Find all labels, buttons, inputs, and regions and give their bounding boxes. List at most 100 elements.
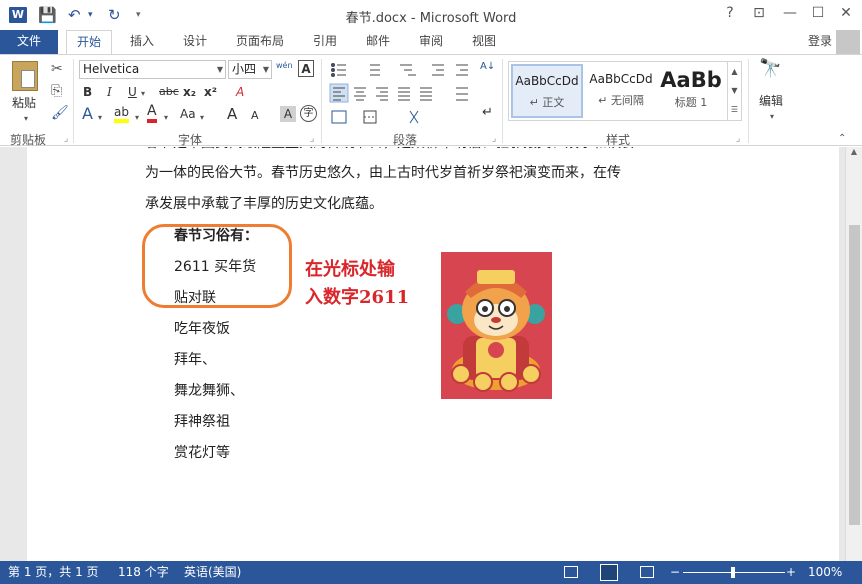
styles-down-icon[interactable]: ▼ — [728, 81, 741, 100]
scroll-thumb[interactable] — [849, 225, 860, 525]
body-text-line[interactable]: 为一体的民俗大节。春节历史悠久，由上古时代岁首祈岁祭祀演变而来，在传 — [145, 163, 621, 183]
clipboard-launcher-icon[interactable]: ⌟ — [64, 131, 68, 147]
distributed-align-icon[interactable] — [420, 87, 432, 101]
web-layout-icon[interactable] — [640, 566, 654, 578]
sort-icon[interactable]: A↓ — [480, 59, 495, 75]
styles-more-icon[interactable]: ☰ — [728, 100, 741, 119]
style-normal[interactable]: AaBbCcDd ↵ 正文 — [511, 64, 583, 118]
tiger-illustration[interactable] — [441, 252, 552, 399]
increase-indent-icon[interactable] — [456, 64, 468, 76]
change-case-icon[interactable]: Aa — [180, 106, 196, 122]
zoom-level[interactable]: 100% — [808, 561, 842, 584]
editing-dropdown-icon[interactable]: ▾ — [770, 109, 774, 125]
highlight-oval — [142, 224, 292, 308]
justify-icon[interactable] — [398, 87, 410, 101]
paste-dropdown-icon[interactable]: ▾ — [24, 111, 28, 127]
italic-button[interactable]: I — [107, 84, 112, 100]
body-text-line[interactable]: 承发展中承载了丰厚的历史文化底蕴。 — [145, 194, 383, 214]
font-size-dropdown-icon[interactable]: ▼ — [263, 61, 269, 78]
style-heading-1[interactable]: AaBb 标题 1 — [659, 64, 723, 118]
custom-item[interactable]: 拜神祭祖 — [174, 412, 230, 432]
show-hide-marks-icon[interactable]: ↵ — [482, 105, 493, 121]
word-count[interactable]: 118 个字 — [118, 561, 169, 584]
phonetic-guide-icon[interactable]: wén — [276, 58, 293, 74]
tab-home[interactable]: 开始 — [66, 30, 112, 55]
tab-insert[interactable]: 插入 — [122, 30, 162, 54]
font-name-dropdown-icon[interactable]: ▼ — [217, 61, 223, 78]
numbering-icon[interactable] — [370, 64, 380, 76]
binoculars-icon[interactable]: 🔭 — [759, 60, 781, 78]
collapse-ribbon-icon[interactable]: ⌃ — [838, 131, 846, 147]
tab-review[interactable]: 审阅 — [411, 30, 451, 54]
page-count[interactable]: 第 1 页，共 1 页 — [8, 561, 99, 584]
style-no-spacing[interactable]: AaBbCcDd ↵ 无间隔 — [585, 64, 657, 118]
styles-up-icon[interactable]: ▲ — [728, 62, 741, 81]
custom-item[interactable]: 拜年、 — [174, 350, 216, 370]
cut-icon[interactable]: ✂ — [51, 61, 63, 77]
strikethrough-button[interactable]: abc — [159, 84, 179, 100]
text-effects-dropdown-icon[interactable]: ▾ — [98, 110, 102, 126]
shading-icon[interactable] — [331, 110, 347, 124]
print-layout-icon[interactable] — [600, 564, 618, 581]
vertical-scrollbar[interactable]: ▲ — [845, 147, 862, 561]
align-center-icon[interactable] — [354, 87, 366, 101]
bold-button[interactable]: B — [83, 84, 92, 100]
chinese-layout-icon[interactable] — [409, 110, 419, 124]
tab-references[interactable]: 引用 — [305, 30, 345, 54]
font-color-dropdown-icon[interactable]: ▾ — [164, 110, 168, 126]
format-painter-icon[interactable]: 🖌 — [51, 105, 69, 121]
help-button[interactable]: ? — [720, 5, 740, 21]
align-right-icon[interactable] — [376, 87, 388, 101]
font-name-combo[interactable]: Helvetica ▼ — [79, 60, 226, 79]
paste-button[interactable]: 粘贴 — [12, 95, 36, 111]
shrink-font-icon[interactable]: A — [251, 108, 259, 124]
tab-file[interactable]: 文件 — [0, 30, 58, 54]
tab-view[interactable]: 视图 — [464, 30, 504, 54]
ribbon-display-options-icon[interactable]: ⊡ — [749, 5, 769, 21]
text-effects-icon[interactable]: A — [82, 106, 93, 122]
underline-dropdown-icon[interactable]: ▾ — [141, 86, 145, 102]
tab-design[interactable]: 设计 — [175, 30, 215, 54]
tab-page-layout[interactable]: 页面布局 — [228, 30, 292, 54]
login-link[interactable]: 登录 — [808, 32, 832, 49]
zoom-in-button[interactable]: + — [786, 561, 796, 584]
highlight-color-icon[interactable]: ab — [114, 105, 129, 123]
scroll-up-icon[interactable]: ▲ — [846, 147, 862, 156]
minimize-button[interactable]: — — [780, 5, 800, 21]
font-color-icon[interactable]: A — [147, 104, 157, 123]
custom-item[interactable]: 舞龙舞狮、 — [174, 381, 244, 401]
character-border-icon[interactable]: A — [298, 60, 314, 77]
multilevel-list-icon[interactable] — [400, 64, 416, 76]
subscript-button[interactable]: x₂ — [183, 84, 196, 100]
maximize-button[interactable]: ☐ — [808, 5, 828, 21]
language-status[interactable]: 英语(美国) — [184, 561, 241, 584]
paste-icon[interactable] — [12, 61, 38, 91]
paragraph-launcher-icon[interactable]: ⌟ — [492, 131, 496, 147]
styles-scroll[interactable]: ▲ ▼ ☰ — [727, 62, 741, 120]
highlight-dropdown-icon[interactable]: ▾ — [135, 110, 139, 126]
font-launcher-icon[interactable]: ⌟ — [310, 131, 314, 147]
superscript-button[interactable]: x² — [204, 84, 217, 100]
custom-item[interactable]: 赏花灯等 — [174, 443, 230, 463]
zoom-slider-thumb[interactable] — [731, 567, 735, 578]
grow-font-icon[interactable]: A — [227, 106, 237, 122]
underline-button[interactable]: U — [128, 84, 137, 100]
character-shading-icon[interactable]: A — [280, 106, 296, 122]
font-size-combo[interactable]: 小四 ▼ — [228, 60, 272, 79]
close-button[interactable]: ✕ — [836, 5, 856, 21]
editing-button[interactable]: 编辑 — [759, 93, 783, 109]
avatar[interactable] — [836, 30, 860, 54]
line-spacing-icon[interactable] — [456, 87, 468, 101]
tab-mailings[interactable]: 邮件 — [358, 30, 398, 54]
clear-formatting-icon[interactable]: A — [236, 84, 244, 100]
copy-icon[interactable]: ⎘ — [51, 83, 62, 99]
custom-item[interactable]: 吃年夜饭 — [174, 319, 230, 339]
zoom-out-button[interactable]: − — [670, 561, 680, 584]
read-mode-icon[interactable] — [564, 566, 578, 578]
borders-icon[interactable] — [363, 110, 377, 124]
enclose-characters-icon[interactable]: 字 — [300, 105, 317, 122]
change-case-dropdown-icon[interactable]: ▾ — [200, 110, 204, 126]
styles-launcher-icon[interactable]: ⌟ — [736, 131, 740, 147]
decrease-indent-icon[interactable] — [432, 64, 444, 76]
bullets-icon[interactable] — [331, 63, 347, 77]
